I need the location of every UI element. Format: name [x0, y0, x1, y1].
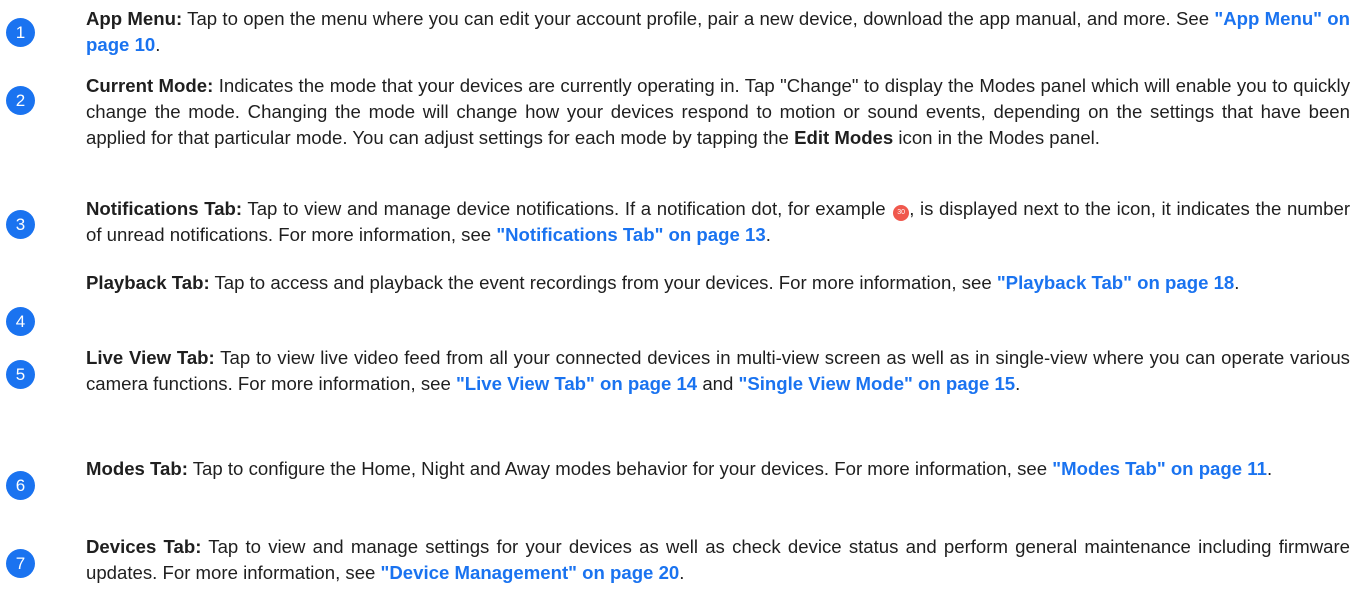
item-text: Indicates the mode that your devices are… [86, 75, 1350, 148]
notification-dot: 30 [893, 205, 910, 221]
item-title: App Menu: [86, 8, 183, 29]
page-link[interactable]: "Notifications Tab" on page 13 [496, 224, 765, 245]
number-badge: 7 [6, 549, 35, 578]
item-end: . [1266, 458, 1273, 479]
item-description: Current Mode: Indicates the mode that yo… [86, 73, 1350, 151]
item-description: Devices Tab: Tap to view and manage sett… [86, 534, 1350, 586]
item-text: Tap to open the menu where you can edit … [182, 8, 1215, 29]
page-link[interactable]: "Device Management" on page 20 [381, 562, 680, 583]
number-badge: 5 [6, 360, 35, 389]
item-title: Modes Tab: [86, 458, 188, 479]
page-link[interactable]: "Live View Tab" on page 14 [456, 373, 697, 394]
number-badge: 3 [6, 210, 35, 239]
item-title: Notifications Tab: [86, 198, 243, 219]
number-badge: 2 [6, 86, 35, 115]
item-text: Tap to access and playback the event rec… [209, 272, 997, 293]
item-end: . [765, 224, 771, 245]
item-mid: and [697, 373, 739, 394]
legend-list: 1 App Menu: Tap to open the menu where y… [0, 0, 1366, 609]
item-end: . [679, 562, 685, 583]
item-title: Playback Tab: [86, 272, 210, 293]
item-end: . [155, 34, 161, 55]
item-text: Tap to view and manage settings for your… [86, 536, 1350, 583]
item-end: . [1015, 373, 1021, 394]
item-description: Playback Tab: Tap to access and playback… [86, 270, 1350, 296]
number-badge: 1 [6, 18, 35, 47]
item-text: Tap to configure the Home, Night and Awa… [187, 458, 1053, 479]
page-link-2[interactable]: "Single View Mode" on page 15 [739, 373, 1016, 394]
number-badge: 4 [6, 307, 35, 336]
item-description: Live View Tab: Tap to view live video fe… [86, 345, 1350, 397]
item-title: Devices Tab: [86, 536, 202, 557]
item-bold-term: Edit Modes [794, 127, 894, 148]
item-description: App Menu: Tap to open the menu where you… [86, 6, 1350, 58]
page-link[interactable]: "Playback Tab" on page 18 [997, 272, 1234, 293]
item-title: Live View Tab: [86, 347, 215, 368]
item-end: . [1234, 272, 1240, 293]
item-description: Modes Tab: Tap to configure the Home, Ni… [86, 456, 1350, 482]
item-description: Notifications Tab: Tap to view and manag… [86, 196, 1350, 248]
item-text-continued: icon in the Modes panel. [893, 127, 1100, 148]
item-title: Current Mode: [86, 75, 214, 96]
number-badge: 6 [6, 471, 35, 500]
item-text: Tap to view and manage device notificati… [242, 198, 892, 219]
page-link[interactable]: "Modes Tab" on page 11 [1052, 458, 1267, 479]
